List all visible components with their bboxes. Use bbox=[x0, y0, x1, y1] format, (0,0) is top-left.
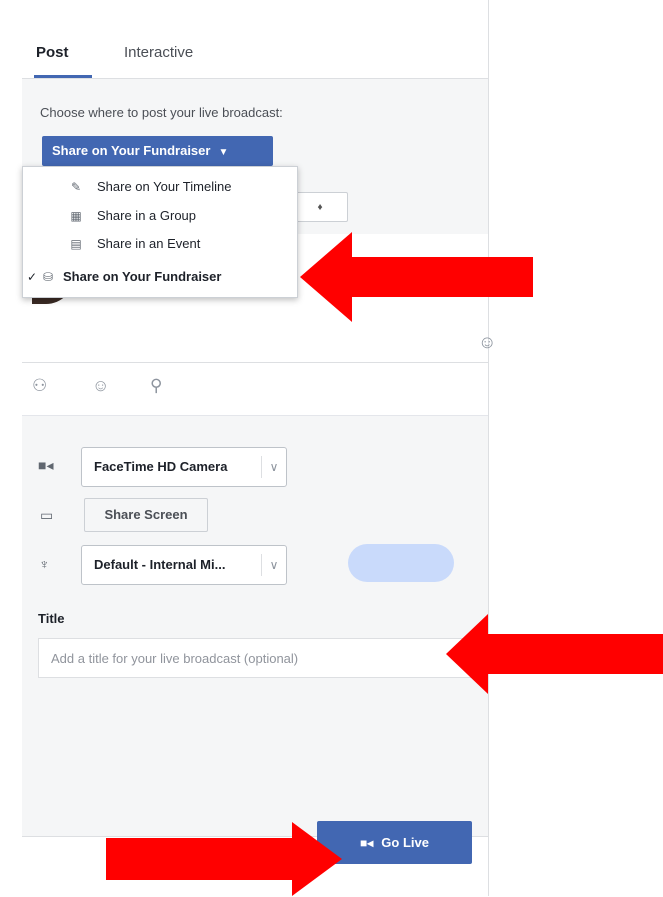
annotation-arrow-icon bbox=[106, 822, 342, 896]
microphone-icon: ♆ bbox=[39, 556, 50, 572]
menu-item-group[interactable]: ▦ Share in a Group bbox=[23, 202, 297, 230]
title-input[interactable] bbox=[38, 638, 481, 678]
annotation-arrow-icon bbox=[446, 614, 663, 694]
monitor-icon: ▭ bbox=[40, 507, 54, 523]
menu-item-label: Share on Your Fundraiser bbox=[63, 269, 222, 284]
menu-item-label: Share in a Group bbox=[97, 208, 197, 223]
caret-down-icon: ▼ bbox=[218, 147, 229, 158]
title-label: Title bbox=[38, 611, 65, 626]
chevron-down-icon: ∨ bbox=[261, 456, 286, 478]
share-destination-menu: ✎ Share on Your Timeline ▦ Share in a Gr… bbox=[22, 166, 298, 298]
chevron-down-icon: ∨ bbox=[261, 554, 286, 576]
audio-level-indicator bbox=[348, 544, 454, 582]
tab-bar: Post Interactive bbox=[22, 0, 488, 79]
checkmark-icon: ✓ bbox=[27, 270, 38, 284]
menu-item-fundraiser[interactable]: ✓ ⛁ Share on Your Fundraiser bbox=[23, 263, 297, 291]
feeling-icon[interactable]: ☺ bbox=[92, 376, 109, 396]
video-camera-icon: ■◂ bbox=[38, 457, 54, 473]
tab-post[interactable]: Post bbox=[36, 44, 69, 61]
fundraiser-icon: ⛁ bbox=[42, 270, 54, 284]
share-screen-button[interactable]: Share Screen bbox=[84, 498, 208, 532]
calendar-icon: ▤ bbox=[70, 237, 82, 251]
tag-people-icon[interactable]: ⚇ bbox=[32, 376, 47, 396]
location-pin-icon[interactable]: ⚲ bbox=[150, 376, 162, 396]
menu-item-event[interactable]: ▤ Share in an Event bbox=[23, 230, 297, 258]
camera-select[interactable]: FaceTime HD Camera ∨ bbox=[81, 447, 287, 487]
annotation-arrow-icon bbox=[300, 232, 533, 322]
audience-select[interactable]: ♦ bbox=[292, 192, 348, 222]
live-broadcast-panel: × Post Interactive Choose where to post … bbox=[22, 0, 496, 897]
tab-interactive[interactable]: Interactive bbox=[124, 44, 193, 61]
group-icon: ▦ bbox=[70, 209, 82, 223]
post-destination-label: Choose where to post your live broadcast… bbox=[40, 105, 283, 120]
emoji-icon[interactable]: ☺ bbox=[478, 332, 496, 353]
microphone-select[interactable]: Default - Internal Mi... ∨ bbox=[81, 545, 287, 585]
go-live-label: Go Live bbox=[381, 835, 429, 850]
live-video-icon: ■◂ bbox=[360, 836, 374, 850]
composer-actions: ⚇ ☺ ⚲ bbox=[22, 372, 488, 408]
edit-icon: ✎ bbox=[70, 180, 82, 194]
menu-item-label: Share on Your Timeline bbox=[97, 179, 232, 194]
divider bbox=[22, 362, 488, 363]
active-tab-indicator bbox=[34, 75, 92, 78]
menu-item-label: Share in an Event bbox=[97, 236, 201, 251]
share-destination-label: Share on Your Fundraiser bbox=[52, 143, 211, 158]
microphone-select-value: Default - Internal Mi... bbox=[94, 557, 226, 572]
camera-select-value: FaceTime HD Camera bbox=[94, 459, 228, 474]
share-destination-button[interactable]: Share on Your Fundraiser ▼ bbox=[42, 136, 273, 166]
menu-item-timeline[interactable]: ✎ Share on Your Timeline bbox=[23, 173, 297, 201]
